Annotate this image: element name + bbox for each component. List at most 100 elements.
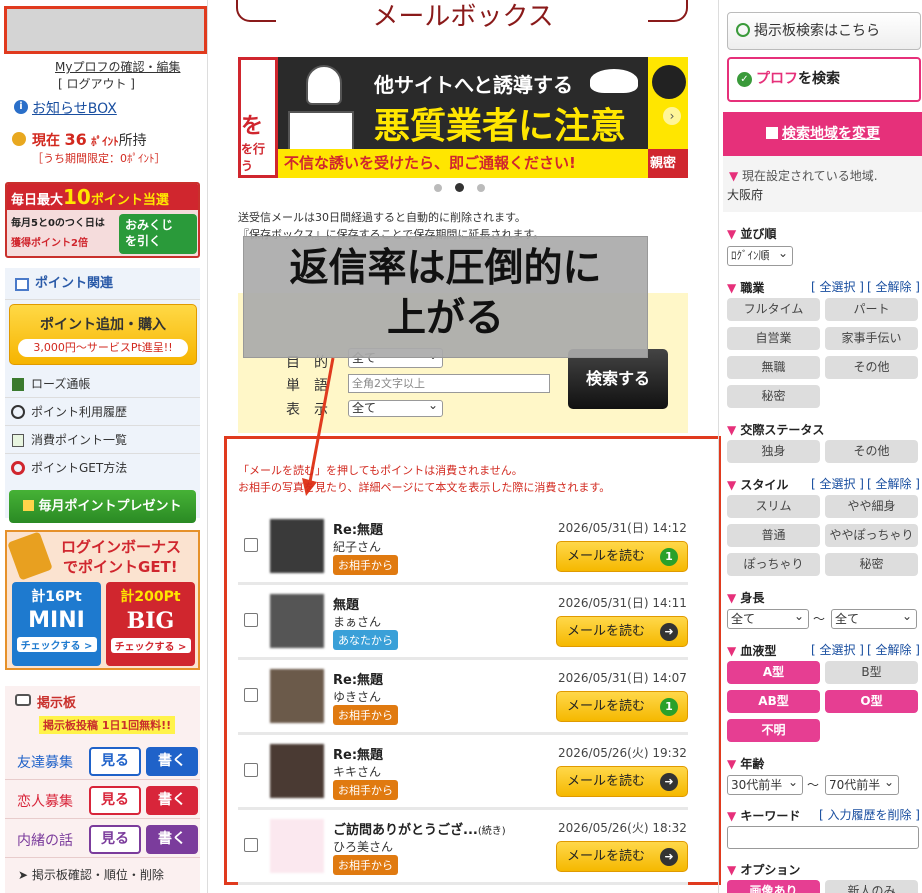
prof-edit-link[interactable]: Myプロフの確認・編集 bbox=[55, 58, 180, 75]
style-normal[interactable]: 普通 bbox=[727, 524, 820, 547]
job-parttime[interactable]: パート bbox=[825, 298, 918, 321]
mail-date: 2026/05/31(日) 14:11 bbox=[558, 596, 687, 610]
blood-a[interactable]: A型 bbox=[727, 661, 820, 684]
mail-checkbox[interactable] bbox=[244, 688, 258, 702]
lottery-banner[interactable]: 毎日最大10ポイント当選 毎月5と0のつく日は 獲得ポイント2倍 おみくじを引く bbox=[5, 182, 200, 258]
mail-avatar[interactable] bbox=[270, 669, 324, 723]
style-chubby-slight[interactable]: ややぽっちゃり bbox=[825, 524, 918, 547]
omikuji-button[interactable]: おみくじを引く bbox=[119, 214, 197, 254]
prof-search-tab[interactable]: ✓ プロフを検索 bbox=[727, 57, 921, 102]
carousel-dot[interactable] bbox=[477, 184, 485, 192]
mail-row[interactable]: Re:無題 キキさん お相手から 2026/05/26(火) 19:32 メールを読む ➜ bbox=[238, 735, 688, 810]
mail-row[interactable]: Re:無題 紀子さん お相手から 2026/05/31(日) 14:12 メールを読む 1 bbox=[238, 510, 688, 585]
age-to-select[interactable]: 70代前半 bbox=[825, 773, 899, 795]
carousel-next-icon[interactable]: › bbox=[663, 107, 681, 125]
link-get-method[interactable]: ポイントGET方法 bbox=[5, 454, 200, 482]
mail-checkbox[interactable] bbox=[244, 613, 258, 627]
job-self[interactable]: 自営業 bbox=[727, 327, 820, 350]
blood-o[interactable]: O型 bbox=[825, 690, 918, 713]
buy-points-button[interactable]: ポイント追加・購入 3,000円〜サービスPt進呈!! bbox=[9, 304, 197, 365]
region-change-button[interactable]: 検索地域を変更 bbox=[723, 112, 922, 156]
display-select[interactable]: 全て bbox=[348, 398, 443, 417]
read-mail-button[interactable]: メールを読む 1 bbox=[556, 541, 688, 572]
logout-link[interactable]: [ ログアウト ] bbox=[58, 75, 135, 92]
option-new-only[interactable]: 新人のみ bbox=[825, 880, 918, 893]
blood-b[interactable]: B型 bbox=[825, 661, 918, 684]
info-text-2: お相手の写真を見たり、詳細ページにて本文を表示した際に消費されます。 bbox=[238, 481, 611, 494]
option-with-image[interactable]: 画像あり bbox=[727, 880, 820, 893]
read-mail-button[interactable]: メールを読む 1 bbox=[556, 691, 688, 722]
mail-row[interactable]: 無題 まぁさん あなたから 2026/05/31(日) 14:11 メールを読む ➜ bbox=[238, 585, 688, 660]
mail-row[interactable]: ご訪問ありがとうござ...(続き) ひろ美さん お相手から 2026/05/26(火)… bbox=[238, 810, 688, 885]
mail-subject[interactable]: Re:無題 bbox=[333, 744, 383, 763]
job-clear-all[interactable]: [ 全解除 ] bbox=[867, 278, 920, 295]
job-none[interactable]: 無職 bbox=[727, 356, 820, 379]
carousel-dot-active[interactable] bbox=[455, 183, 464, 192]
mail-direction-tag: お相手から bbox=[333, 780, 398, 800]
board-row-lovers: 恋人募集 見る 書く bbox=[5, 781, 200, 819]
search-button[interactable]: 検索する bbox=[568, 349, 668, 409]
monthly-present-button[interactable]: 毎月ポイントプレゼント bbox=[9, 490, 196, 523]
status-single[interactable]: 独身 bbox=[727, 440, 820, 463]
keyword-input[interactable]: 全角2文字以上 bbox=[348, 374, 550, 393]
job-other[interactable]: その他 bbox=[825, 356, 918, 379]
age-from-select[interactable]: 30代前半 bbox=[727, 773, 803, 795]
keyword-history-link[interactable]: [ 入力履歴を削除 ] bbox=[819, 806, 920, 823]
style-clear-all[interactable]: [ 全解除 ] bbox=[867, 475, 920, 492]
mail-date: 2026/05/26(火) 19:32 bbox=[558, 746, 687, 760]
style-thin[interactable]: やや細身 bbox=[825, 495, 918, 518]
mail-avatar[interactable] bbox=[270, 594, 324, 648]
job-secret[interactable]: 秘密 bbox=[727, 385, 820, 408]
blood-select-all[interactable]: [ 全選択 ] bbox=[811, 641, 864, 658]
mail-subject[interactable]: 無題 bbox=[333, 594, 359, 613]
sort-select[interactable]: ﾛｸﾞｲﾝ順 bbox=[727, 244, 793, 266]
mail-avatar[interactable] bbox=[270, 519, 324, 573]
mail-checkbox[interactable] bbox=[244, 838, 258, 852]
job-fulltime[interactable]: フルタイム bbox=[727, 298, 820, 321]
friends-view-button[interactable]: 見る bbox=[89, 747, 141, 776]
link-point-history[interactable]: ポイント利用履歴 bbox=[5, 398, 200, 426]
blood-ab[interactable]: AB型 bbox=[727, 690, 820, 713]
mail-subject[interactable]: ご訪問ありがとうござ...(続き) bbox=[333, 819, 506, 838]
read-mail-button[interactable]: メールを読む ➜ bbox=[556, 766, 688, 797]
job-select-all[interactable]: [ 全選択 ] bbox=[811, 278, 864, 295]
blood-clear-all[interactable]: [ 全解除 ] bbox=[867, 641, 920, 658]
mini-card[interactable]: 計16Pt MINI チェックする > bbox=[12, 582, 101, 666]
friends-write-button[interactable]: 書く bbox=[146, 747, 198, 776]
ad-carousel[interactable]: を を行う 他サイトへと誘導する 悪質業者に注意 不信な誘いを受けたら、即ご通報… bbox=[238, 57, 688, 178]
link-rose-passbook[interactable]: ローズ通帳 bbox=[5, 370, 200, 398]
secret-write-button[interactable]: 書く bbox=[146, 825, 198, 854]
carousel-dot[interactable] bbox=[434, 184, 442, 192]
height-from-select[interactable]: 全て bbox=[727, 607, 809, 629]
mail-avatar[interactable] bbox=[270, 819, 324, 873]
style-slim[interactable]: スリム bbox=[727, 495, 820, 518]
status-other[interactable]: その他 bbox=[825, 440, 918, 463]
read-mail-button[interactable]: メールを読む ➜ bbox=[556, 841, 688, 872]
login-bonus-banner[interactable]: ログインボーナス でポイントGET! 計16Pt MINI チェックする > 計… bbox=[5, 530, 200, 670]
lovers-view-button[interactable]: 見る bbox=[89, 786, 141, 815]
mail-subject[interactable]: Re:無題 bbox=[333, 669, 383, 688]
board-confirm-link[interactable]: ➤ 掲示板確認・順位・削除 bbox=[18, 866, 164, 883]
board-search-button[interactable]: 掲示板検索はこちら bbox=[727, 12, 921, 50]
mail-checkbox[interactable] bbox=[244, 538, 258, 552]
style-chubby[interactable]: ぽっちゃり bbox=[727, 553, 820, 576]
height-to-select[interactable]: 全て bbox=[831, 607, 917, 629]
info-text-1: 「メールを読む」を押してもポイントは消費されません。 bbox=[238, 464, 523, 477]
mail-subject[interactable]: Re:無題 bbox=[333, 519, 383, 538]
link-consume-list[interactable]: 消費ポイント一覧 bbox=[5, 426, 200, 454]
mail-checkbox[interactable] bbox=[244, 763, 258, 777]
big-card[interactable]: 計200Pt BIG チェックする > bbox=[106, 582, 195, 666]
blood-unknown[interactable]: 不明 bbox=[727, 719, 820, 742]
read-mail-button[interactable]: メールを読む ➜ bbox=[556, 616, 688, 647]
style-secret[interactable]: 秘密 bbox=[825, 553, 918, 576]
lovers-write-button[interactable]: 書く bbox=[146, 786, 198, 815]
points-limited: ［うち期間限定：0ﾎﾟｲﾝﾄ］ bbox=[32, 152, 166, 165]
notice-box-link[interactable]: お知らせBOX bbox=[32, 98, 117, 118]
keyword-field[interactable] bbox=[727, 826, 919, 849]
mail-row[interactable]: Re:無題 ゆきさん お相手から 2026/05/31(日) 14:07 メールを読む 1 bbox=[238, 660, 688, 735]
job-house[interactable]: 家事手伝い bbox=[825, 327, 918, 350]
style-select-all[interactable]: [ 全選択 ] bbox=[811, 475, 864, 492]
mail-date: 2026/05/31(日) 14:07 bbox=[558, 671, 687, 685]
secret-view-button[interactable]: 見る bbox=[89, 825, 141, 854]
mail-avatar[interactable] bbox=[270, 744, 324, 798]
